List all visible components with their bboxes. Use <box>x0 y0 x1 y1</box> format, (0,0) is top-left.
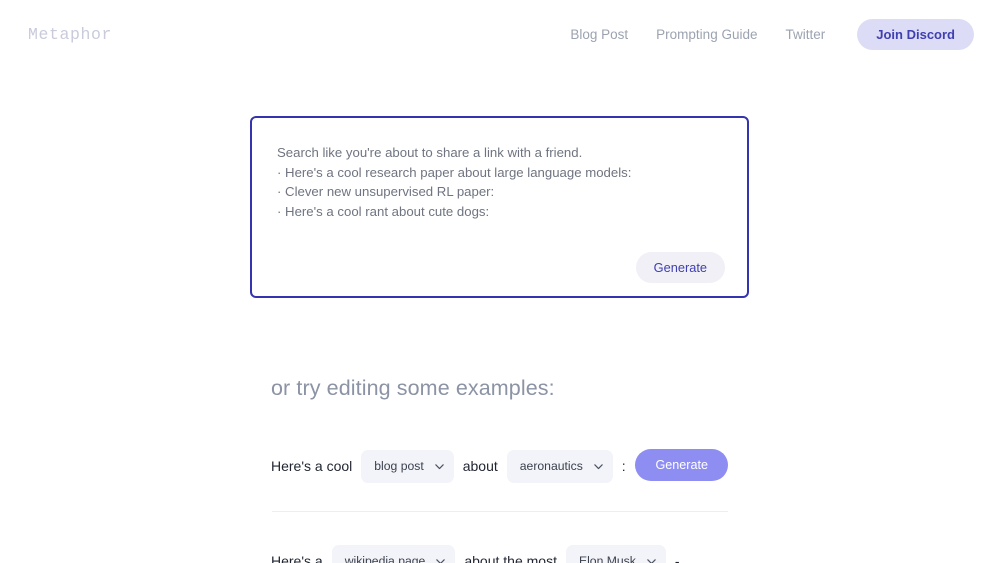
example-2-topic-select[interactable]: Elon Musk <box>565 544 666 563</box>
section-divider <box>272 511 728 512</box>
example-1-type-select[interactable]: blog post <box>361 449 454 483</box>
example-2-topic-select-value: Elon Musk <box>578 554 636 563</box>
chevron-down-icon <box>434 461 444 470</box>
search-card[interactable]: Search like you're about to share a link… <box>250 116 749 298</box>
main-navigation: Blog Post Prompting Guide Twitter Join D… <box>570 18 974 50</box>
example-1-topic-select-value: aeronautics <box>519 459 583 473</box>
example-1-generate-button[interactable]: Generate <box>635 449 728 481</box>
chevron-down-icon <box>435 556 446 563</box>
page-root: Metaphor Blog Post Prompting Guide Twitt… <box>0 0 1000 563</box>
search-input-placeholder[interactable]: Search like you're about to share a link… <box>277 143 722 221</box>
example-2-type-select[interactable]: wikipedia page <box>331 544 456 563</box>
nav-link-twitter[interactable]: Twitter <box>785 27 825 42</box>
example-2-type-select-value: wikipedia page <box>344 554 426 563</box>
chevron-down-icon <box>593 461 603 470</box>
example-row: Here's a wikipedia page about the most E… <box>271 538 729 563</box>
nav-link-prompting-guide[interactable]: Prompting Guide <box>656 27 757 42</box>
example-middle-text: about the most <box>464 553 557 563</box>
brand-logo[interactable]: Metaphor <box>28 25 112 44</box>
join-discord-button[interactable]: Join Discord <box>857 18 974 50</box>
example-1-topic-select[interactable]: aeronautics <box>506 449 613 483</box>
examples-section: or try editing some examples: Here's a c… <box>271 376 729 563</box>
example-1-type-select-value: blog post <box>374 459 424 473</box>
example-suffix-text: - <box>674 553 680 563</box>
site-header: Metaphor Blog Post Prompting Guide Twitt… <box>0 0 1000 68</box>
example-prefix-text: Here's a cool <box>271 458 353 474</box>
search-generate-button[interactable]: Generate <box>635 252 725 283</box>
example-row: Here's a cool blog post about aeronautic… <box>271 443 729 489</box>
nav-link-blog-post[interactable]: Blog Post <box>570 27 628 42</box>
example-suffix-text: : <box>621 458 626 474</box>
chevron-down-icon <box>646 556 656 563</box>
example-prefix-text: Here's a <box>271 553 323 563</box>
examples-heading: or try editing some examples: <box>271 376 555 400</box>
example-middle-text: about <box>462 458 498 474</box>
